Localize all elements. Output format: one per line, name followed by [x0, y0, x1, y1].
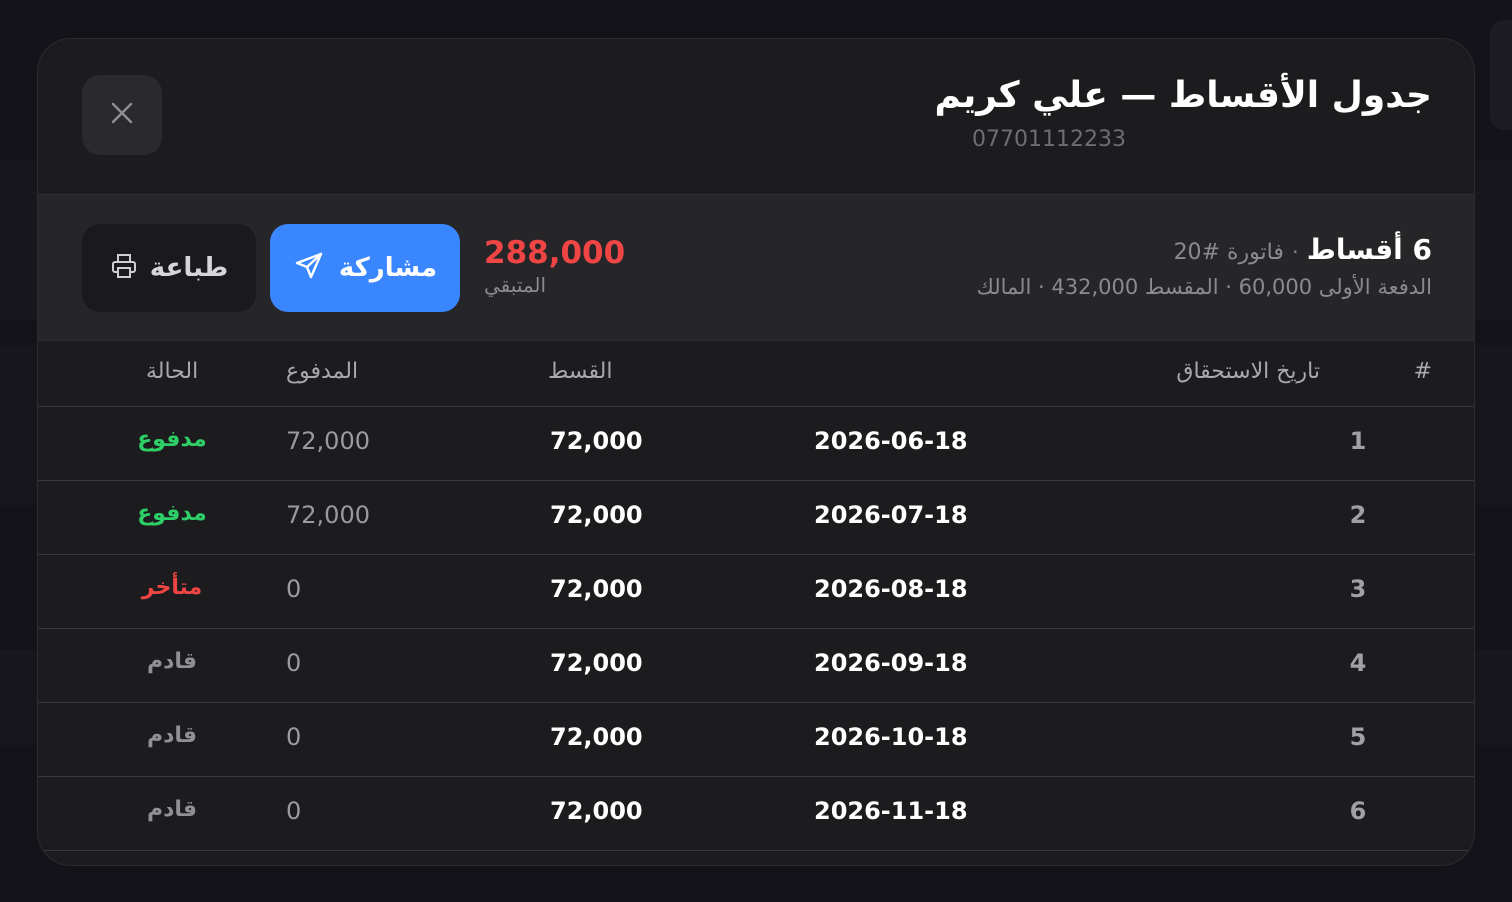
row-paid-amount: 72,000	[286, 427, 370, 455]
row-paid-amount: 0	[286, 649, 302, 677]
row-due-date: 2026-11-18	[814, 797, 968, 825]
row-due-date: 2026-08-18	[814, 575, 968, 603]
background-card	[1490, 20, 1512, 130]
share-button[interactable]: مشاركة	[270, 224, 460, 312]
row-installment-amount: 72,000	[550, 649, 643, 677]
summary-main: 6 أقساط · فاتورة #20	[1174, 233, 1432, 266]
summary-bar: 6 أقساط · فاتورة #20 الدفعة الأولى 60,00…	[38, 194, 1474, 340]
print-button-label: طباعة	[149, 253, 229, 283]
row-status: قادم	[146, 797, 198, 822]
column-header-paid: المدفوع	[286, 359, 359, 384]
row-number: 4	[1349, 649, 1367, 677]
row-status: مدفوع	[137, 427, 207, 452]
close-button[interactable]	[82, 75, 162, 155]
remaining-block: 288,000 المتبقي	[484, 235, 625, 299]
row-number: 5	[1349, 723, 1367, 751]
row-due-date: 2026-10-18	[814, 723, 968, 751]
installments-modal: جدول الأقساط — علي كريم 07701112233 6 أق…	[37, 38, 1475, 866]
print-button[interactable]: طباعة	[82, 224, 256, 312]
column-header-installment: القسط	[548, 359, 613, 384]
table-row: 2 2026-07-18 72,000 72,000 مدفوع	[38, 481, 1474, 555]
table-row: 3 2026-08-18 72,000 0 متأخر	[38, 555, 1474, 629]
close-icon	[109, 100, 135, 130]
remaining-amount: 288,000	[484, 235, 626, 271]
row-number: 2	[1349, 501, 1367, 529]
customer-phone: 07701112233	[972, 127, 1126, 152]
send-icon	[293, 250, 325, 286]
row-due-date: 2026-07-18	[814, 501, 968, 529]
row-number: 3	[1349, 575, 1367, 603]
summary-details: الدفعة الأولى 60,000 · المقسط 432,000 · …	[976, 275, 1433, 299]
row-installment-amount: 72,000	[550, 501, 643, 529]
row-number: 1	[1349, 427, 1367, 455]
table-row: 6 2026-11-18 72,000 0 قادم	[38, 777, 1474, 851]
row-due-date: 2026-09-18	[814, 649, 968, 677]
modal-header: جدول الأقساط — علي كريم 07701112233	[38, 39, 1474, 194]
table-row: 1 2026-06-18 72,000 72,000 مدفوع	[38, 407, 1474, 481]
table-row: 4 2026-09-18 72,000 0 قادم	[38, 629, 1474, 703]
row-paid-amount: 0	[286, 575, 302, 603]
row-installment-amount: 72,000	[550, 575, 643, 603]
installment-count: 6 أقساط	[1306, 233, 1432, 266]
row-status: قادم	[146, 723, 198, 748]
remaining-label: المتبقي	[484, 273, 547, 297]
printer-icon	[110, 252, 138, 284]
installments-table: # تاريخ الاستحقاق القسط المدفوع الحالة 1…	[38, 340, 1474, 851]
row-installment-amount: 72,000	[550, 723, 643, 751]
row-installment-amount: 72,000	[550, 797, 643, 825]
share-button-label: مشاركة	[338, 253, 438, 283]
column-header-due-date: تاريخ الاستحقاق	[1176, 359, 1320, 384]
column-header-status: الحالة	[146, 359, 199, 384]
row-status: متأخر	[141, 575, 203, 600]
row-installment-amount: 72,000	[550, 427, 643, 455]
table-body: 1 2026-06-18 72,000 72,000 مدفوع 2 2026-07-18 7…	[38, 407, 1474, 851]
row-paid-amount: 0	[286, 797, 302, 825]
row-status: قادم	[146, 649, 198, 674]
row-paid-amount: 0	[286, 723, 302, 751]
row-status: مدفوع	[137, 501, 207, 526]
row-paid-amount: 72,000	[286, 501, 370, 529]
table-header-row: # تاريخ الاستحقاق القسط المدفوع الحالة	[38, 340, 1474, 407]
row-due-date: 2026-06-18	[814, 427, 968, 455]
table-row: 5 2026-10-18 72,000 0 قادم	[38, 703, 1474, 777]
modal-title: جدول الأقساط — علي كريم	[934, 75, 1432, 116]
invoice-number: فاتورة #20	[1173, 240, 1284, 265]
row-number: 6	[1349, 797, 1367, 825]
summary-separator: ·	[1292, 240, 1299, 264]
column-header-number: #	[1413, 359, 1432, 384]
